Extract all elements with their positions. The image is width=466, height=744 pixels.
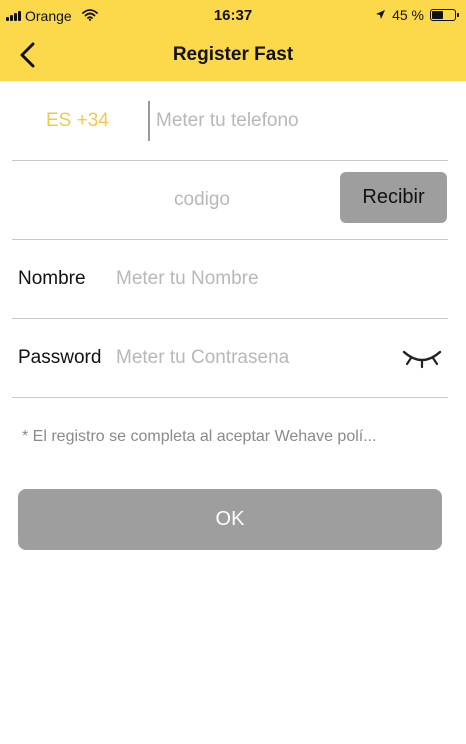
phone-input[interactable]	[156, 105, 436, 137]
code-row: Recibir	[12, 162, 448, 240]
phone-separator	[148, 101, 150, 141]
name-label: Nombre	[18, 268, 86, 289]
name-row: Nombre	[12, 241, 448, 319]
divider	[12, 318, 448, 319]
terms-notice[interactable]: * El registro se completa al aceptar Weh…	[22, 428, 447, 446]
password-input[interactable]	[116, 342, 396, 374]
recibir-button[interactable]: Recibir	[340, 172, 447, 223]
battery-percent: 45 %	[392, 7, 424, 23]
header: Orange 16:37 45 % Register Fast	[0, 0, 466, 81]
location-arrow-icon	[375, 7, 386, 23]
divider	[12, 160, 448, 161]
password-visibility-toggle[interactable]	[400, 346, 444, 372]
eye-closed-icon	[402, 350, 442, 369]
status-bar: Orange 16:37 45 %	[0, 0, 466, 30]
code-input[interactable]	[102, 184, 302, 216]
battery-icon	[430, 9, 459, 21]
password-label: Password	[18, 347, 102, 368]
divider	[12, 397, 448, 398]
divider	[12, 239, 448, 240]
password-row: Password	[12, 320, 448, 398]
page-title: Register Fast	[172, 44, 294, 65]
ok-button[interactable]: OK	[18, 489, 442, 550]
status-right: 45 %	[375, 7, 459, 23]
country-code-selector[interactable]: ES +34	[46, 110, 109, 132]
nav-bar: Register Fast	[0, 30, 466, 81]
register-screen: Orange 16:37 45 % Register Fast ES +34 M…	[0, 0, 466, 744]
battery-fill	[432, 11, 443, 19]
name-input[interactable]	[116, 263, 436, 295]
phone-row: ES +34	[12, 83, 448, 161]
